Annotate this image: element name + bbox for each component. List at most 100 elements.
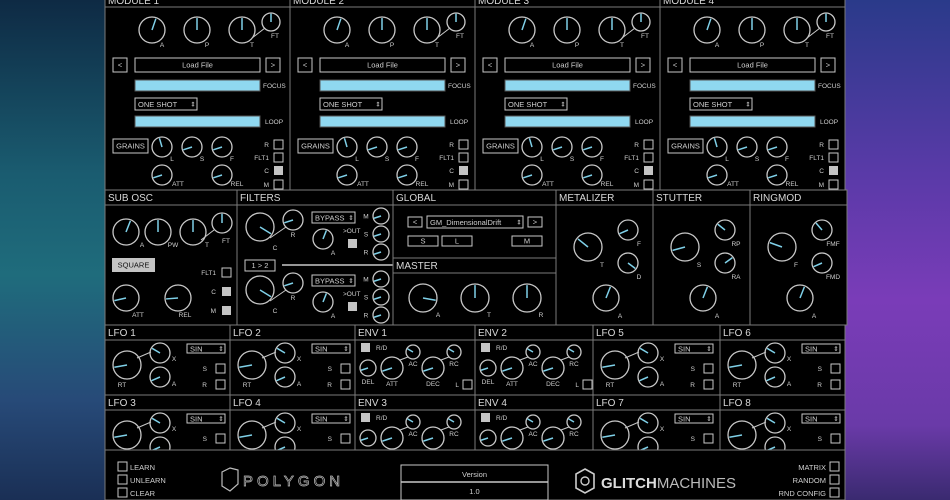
lfo-toggle-checkbox[interactable] xyxy=(215,433,226,444)
filter-out-checkbox[interactable] xyxy=(348,239,357,248)
knob-label: RT xyxy=(733,382,742,389)
knob-label: AC xyxy=(408,361,417,368)
lfo-toggle-checkbox[interactable] xyxy=(340,363,351,374)
lfo-toggle-checkbox[interactable] xyxy=(215,379,226,390)
lfo-wave-select-value: SIN xyxy=(678,344,691,353)
toggle-label: C xyxy=(449,168,454,175)
focus-label: FOCUS xyxy=(818,83,841,90)
toggle-c-checkbox[interactable] xyxy=(274,166,283,175)
toggle-flt1-checkbox[interactable] xyxy=(643,152,654,163)
knob-label: L xyxy=(540,156,544,163)
toggle-r-checkbox[interactable] xyxy=(458,139,469,150)
knob-label: A xyxy=(172,381,177,388)
lfo-toggle-checkbox[interactable] xyxy=(340,433,351,444)
lfo-toggle-checkbox[interactable] xyxy=(830,379,841,390)
lfo-toggle-checkbox[interactable] xyxy=(703,363,714,374)
focus-slider[interactable] xyxy=(504,79,631,92)
toggle-label: FLT1 xyxy=(439,155,454,162)
knob-label: REL xyxy=(601,181,614,188)
knob-label: ATT xyxy=(386,381,398,388)
toggle-r-checkbox[interactable] xyxy=(273,139,284,150)
env-rd-checkbox[interactable] xyxy=(481,413,490,422)
learn-checkbox[interactable] xyxy=(117,461,128,472)
loop-slider[interactable] xyxy=(319,115,446,128)
knob-label: DEC xyxy=(426,381,440,388)
focus-slider[interactable] xyxy=(134,79,261,92)
toggle-m-checkbox[interactable] xyxy=(273,179,284,190)
lfo-wave-select-value: SIN xyxy=(805,414,818,423)
env-4-section-title: ENV 4 xyxy=(478,398,507,409)
playback-mode-select-value: ONE SHOT xyxy=(693,100,733,109)
knob-label: DEL xyxy=(482,379,495,386)
toggle-c-checkbox[interactable] xyxy=(644,166,653,175)
focus-label: FOCUS xyxy=(448,83,471,90)
knob-label: R xyxy=(364,313,369,320)
module-1-title: MODULE 1 xyxy=(108,0,160,7)
knob-label: AC xyxy=(408,431,417,438)
lfo-toggle-checkbox[interactable] xyxy=(215,363,226,374)
lfo-toggle-checkbox[interactable] xyxy=(830,433,841,444)
toggle-m-checkbox[interactable] xyxy=(643,179,654,190)
env-loop-checkbox[interactable] xyxy=(582,379,593,390)
updown-arrow-icon: ⇕ xyxy=(343,415,348,423)
knob-label: F xyxy=(637,241,641,248)
toggle-flt1-checkbox[interactable] xyxy=(458,152,469,163)
knob-label: DEL xyxy=(362,379,375,386)
focus-slider[interactable] xyxy=(319,79,446,92)
lfo-toggle-checkbox[interactable] xyxy=(830,363,841,374)
env-rd-checkbox[interactable] xyxy=(481,343,490,352)
loop-slider[interactable] xyxy=(504,115,631,128)
metalizer-section-title: METALIZER xyxy=(559,193,614,204)
unlearn-checkbox[interactable] xyxy=(117,474,128,485)
toggle-label: S xyxy=(691,436,696,443)
toggle-flt1-checkbox[interactable] xyxy=(273,152,284,163)
lfo-toggle-checkbox[interactable] xyxy=(703,379,714,390)
toggle-r-checkbox[interactable] xyxy=(643,139,654,150)
toggle-m-checkbox[interactable] xyxy=(828,179,839,190)
load-file-button-label: Load File xyxy=(737,61,768,70)
toggle-r-checkbox[interactable] xyxy=(828,139,839,150)
random-checkbox[interactable] xyxy=(829,474,840,485)
toggle-label: FLT1 xyxy=(809,155,824,162)
toggle-flt1-checkbox[interactable] xyxy=(828,152,839,163)
knob-label: T xyxy=(600,262,604,269)
toggle-c-checkbox[interactable] xyxy=(459,166,468,175)
grains-button-label: GRAINS xyxy=(671,142,700,151)
knob-label: T xyxy=(250,42,254,49)
clear-checkbox[interactable] xyxy=(117,487,128,498)
rnd-config-checkbox[interactable] xyxy=(829,487,840,498)
lfo-toggle-checkbox[interactable] xyxy=(703,433,714,444)
focus-slider[interactable] xyxy=(689,79,816,92)
loop-slider[interactable] xyxy=(134,115,261,128)
updown-arrow-icon: ⇕ xyxy=(348,214,353,222)
knob-label: RT xyxy=(243,382,252,389)
env-rd-checkbox[interactable] xyxy=(361,343,370,352)
toggle-label: S xyxy=(818,436,823,443)
knob-label: ATT xyxy=(727,181,739,188)
sub-osc-flt1-checkbox[interactable] xyxy=(221,267,232,278)
lfo-8-section-title: LFO 8 xyxy=(723,398,751,409)
toggle-label: R xyxy=(202,382,207,389)
sub-osc-c-checkbox[interactable] xyxy=(222,287,231,296)
env-loop-checkbox[interactable] xyxy=(462,379,473,390)
lfo-toggle-checkbox[interactable] xyxy=(340,379,351,390)
loop-slider[interactable] xyxy=(689,115,816,128)
knob-label: S xyxy=(364,295,369,302)
knob-label: T xyxy=(435,42,439,49)
prev-preset-button-label: < xyxy=(413,218,418,227)
toggle-c-checkbox[interactable] xyxy=(829,166,838,175)
knob-label: C xyxy=(273,245,278,252)
knob-label: A xyxy=(787,381,792,388)
loop-label: L xyxy=(455,382,459,389)
toggle-m-checkbox[interactable] xyxy=(458,179,469,190)
updown-arrow-icon: ⇕ xyxy=(190,101,195,109)
knob-label: S xyxy=(570,156,575,163)
matrix-checkbox[interactable] xyxy=(829,461,840,472)
updown-arrow-icon: ⇕ xyxy=(706,345,711,353)
env-rd-checkbox[interactable] xyxy=(361,413,370,422)
knob-label: FT xyxy=(271,33,279,40)
sub-osc-m-checkbox[interactable] xyxy=(222,306,231,315)
knob-label: S xyxy=(755,156,760,163)
filter-out-checkbox[interactable] xyxy=(348,302,357,311)
module-2-title: MODULE 2 xyxy=(293,0,345,7)
